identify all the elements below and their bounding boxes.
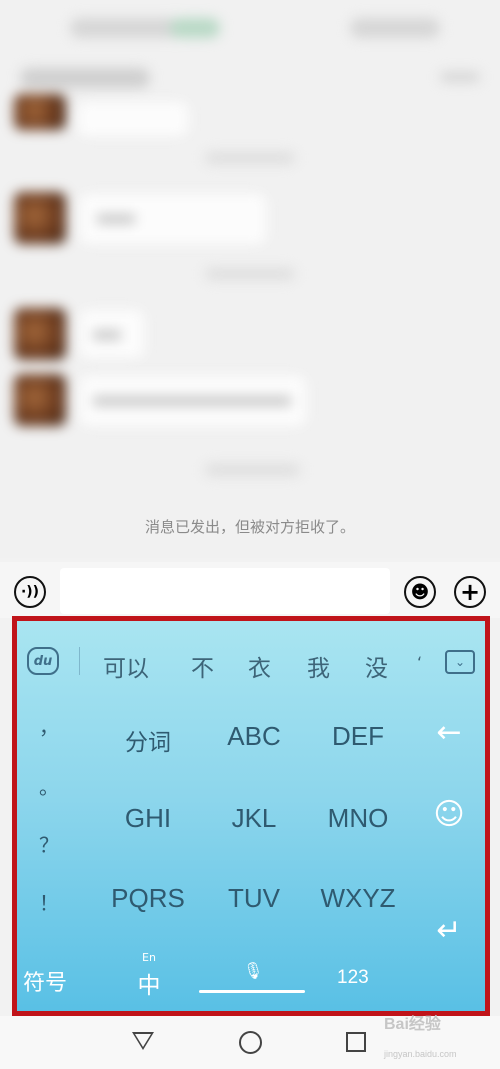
key-mno[interactable]: MNO [303,803,413,834]
collapse-keyboard-icon[interactable]: ⌄ [445,650,475,674]
number-key[interactable]: 123 [337,967,369,989]
chat-title-bar [10,66,490,90]
punct-comma[interactable]: ， [37,711,61,740]
message-input-row: ·)) ☻ + [0,562,500,618]
ime-keyboard: du 可以 不 衣 我 没 ‘ ⌄ ， 。 ？ ！ 分词 ABC DEF GHI… [17,621,485,1011]
language-switch-key[interactable]: En 中 [129,951,169,1000]
key-tuv[interactable]: TUV [199,883,309,914]
key-jkl[interactable]: JKL [199,803,309,834]
chat-bubble [80,376,306,426]
backspace-icon[interactable]: ← [427,715,471,750]
avatar [14,374,66,426]
key-ghi[interactable]: GHI [93,803,203,834]
keyboard-highlight-frame: du 可以 不 衣 我 没 ‘ ⌄ ， 。 ？ ！ 分词 ABC DEF GHI… [12,616,490,1016]
voice-icon[interactable]: ·)) [14,576,46,608]
watermark-sub: jingyan.baidu.com [384,1049,457,1059]
plus-glyph: + [459,578,481,606]
key-fenci[interactable]: 分词 [93,723,203,757]
lang-zh-label: 中 [137,973,161,999]
punct-exclaim[interactable]: ！ [37,887,61,916]
collapse-glyph: ⌄ [454,655,466,669]
key-def[interactable]: DEF [303,721,413,752]
emoji-panel-icon[interactable]: ☺ [427,797,471,832]
du-logo-icon[interactable]: du [27,647,59,675]
emoji-icon[interactable]: ☻ [404,576,436,608]
back-triangle-icon[interactable] [132,1032,154,1050]
message-input[interactable] [60,568,390,614]
candidate-5[interactable]: 没 [365,649,388,683]
punct-period[interactable]: 。 [37,771,61,800]
du-logo-text: du [33,653,53,669]
key-abc[interactable]: ABC [199,721,309,752]
candidate-divider [79,647,80,675]
candidate-2[interactable]: 不 [191,649,214,683]
chat-bubble [80,310,144,358]
symbol-key[interactable]: 符号 [23,965,67,997]
keyboard-bottom-row: 符号 En 中 🎙 123 [17,941,485,1011]
avatar [14,94,66,130]
key-pqrs[interactable]: PQRS [93,883,203,914]
chat-bubble [78,102,188,136]
avatar [14,308,66,360]
status-bar [60,18,440,40]
candidate-3[interactable]: 衣 [248,649,271,683]
candidate-bar: du 可以 不 衣 我 没 ‘ ⌄ [17,621,485,695]
rejected-notice: 消息已发出，但被对方拒收了。 [144,518,355,536]
space-bar[interactable] [199,990,305,993]
avatar [14,192,66,244]
chat-bubble [80,194,266,244]
candidate-1[interactable]: 可以 [103,649,149,683]
candidate-4[interactable]: 我 [307,649,330,683]
home-circle-icon[interactable] [239,1031,262,1054]
lang-en-label: En [142,951,156,964]
candidate-6[interactable]: ‘ [417,653,422,672]
timestamp [205,152,295,164]
timestamp [205,464,300,476]
key-wxyz[interactable]: WXYZ [303,883,413,914]
timestamp [205,268,295,280]
voice-glyph: ·)) [20,584,40,600]
plus-icon[interactable]: + [454,576,486,608]
punct-question[interactable]: ？ [37,829,61,858]
recent-square-icon[interactable] [346,1032,366,1052]
emoji-glyph: ☻ [410,581,430,603]
mic-icon[interactable]: 🎙 [243,961,263,983]
chat-area: 消息已发出，但被对方拒收了。 [0,0,500,558]
watermark: Bai经验 [384,1016,441,1033]
